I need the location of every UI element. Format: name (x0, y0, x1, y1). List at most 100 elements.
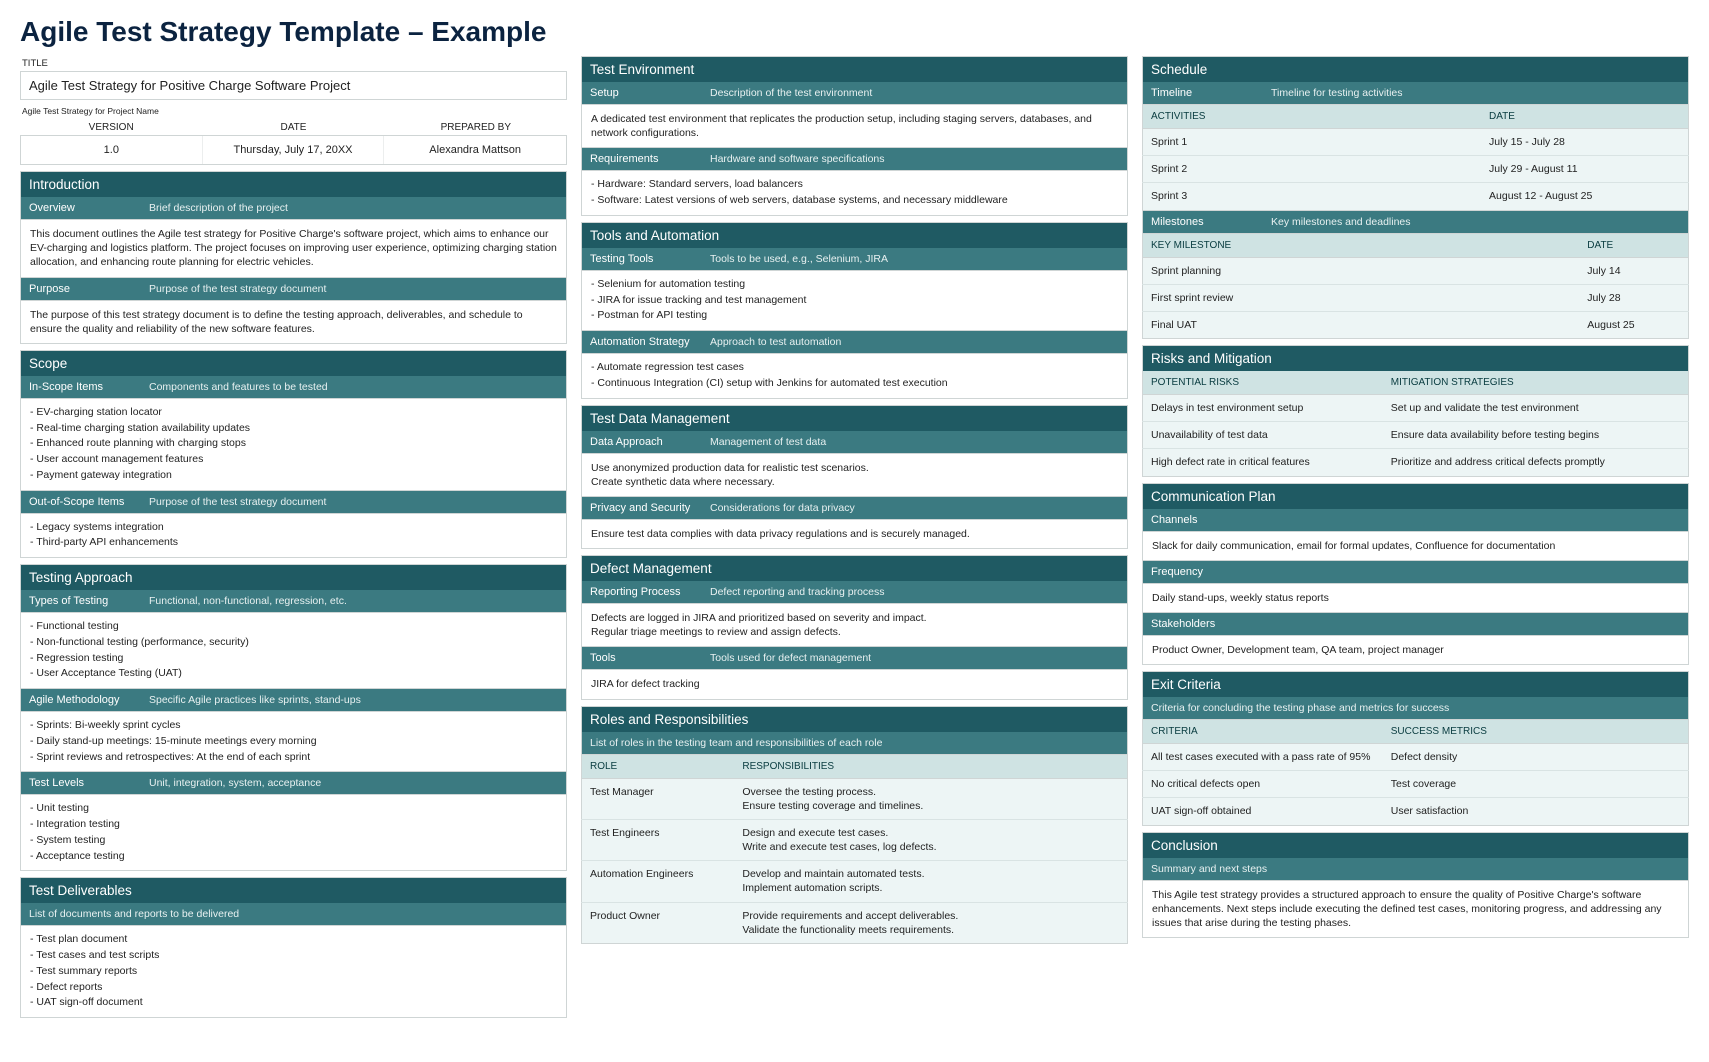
list-item: Test summary reports (39, 964, 557, 980)
resp-cell: Oversee the testing process.Ensure testi… (734, 778, 1127, 819)
req-list: Hardware: Standard servers, load balance… (581, 171, 1128, 216)
role-cell: Test Manager (582, 778, 735, 819)
list-item: Selenium for automation testing (600, 277, 1118, 293)
exit-hint: Criteria for concluding the testing phas… (1143, 697, 1688, 719)
testing-tools-list: Selenium for automation testing JIRA for… (581, 271, 1128, 331)
rep-text-line1: Defects are logged in JIRA and prioritiz… (591, 612, 927, 624)
data-text-line2: Create synthetic data where necessary. (591, 476, 775, 488)
resp-cell: Develop and maintain automated tests.Imp… (734, 861, 1127, 902)
privacy-hint: Considerations for data privacy (702, 497, 1127, 519)
table-row: Product Owner Provide requirements and a… (582, 902, 1128, 943)
list-item: Daily stand-up meetings: 15-minute meeti… (39, 734, 557, 750)
data-text-line1: Use anonymized production data for reali… (591, 462, 869, 474)
list-item: EV-charging station locator (39, 405, 557, 421)
section-tools: Tools and Automation (581, 222, 1128, 248)
activities-header: ACTIVITIES (1143, 105, 1482, 129)
table-row: Sprint 2July 29 - August 11 (1143, 156, 1689, 183)
list-item: Enhanced route planning with charging st… (39, 436, 557, 452)
title-value: Agile Test Strategy for Positive Charge … (20, 71, 567, 100)
levels-list: Unit testing Integration testing System … (20, 795, 567, 871)
table-row: Sprint 3August 12 - August 25 (1143, 183, 1689, 210)
section-scope: Scope (20, 350, 567, 376)
list-item: Continuous Integration (CI) setup with J… (600, 376, 1118, 392)
req-label: Requirements (582, 148, 702, 170)
roles-header-role: ROLE (582, 755, 735, 779)
section-deliverables: Test Deliverables (20, 877, 567, 903)
list-item: Real-time charging station availability … (39, 421, 557, 437)
list-item: User Acceptance Testing (UAT) (39, 666, 557, 682)
exit-table: CRITERIA SUCCESS METRICS All test cases … (1142, 720, 1689, 826)
outscope-label: Out-of-Scope Items (21, 491, 141, 513)
table-row: Test Manager Oversee the testing process… (582, 778, 1128, 819)
list-item: System testing (39, 833, 557, 849)
role-cell: Product Owner (582, 902, 735, 943)
list-item: Hardware: Standard servers, load balance… (600, 177, 1118, 193)
table-row: High defect rate in critical featuresPri… (1143, 449, 1689, 476)
data-label: Data Approach (582, 431, 702, 453)
list-item: Defect reports (39, 980, 557, 996)
table-row: Automation Engineers Develop and maintai… (582, 861, 1128, 902)
auto-list: Automate regression test cases Continuou… (581, 354, 1128, 399)
list-item: Automate regression test cases (600, 360, 1118, 376)
title-hint: Agile Test Strategy for Project Name (20, 104, 567, 118)
meta-headers: VERSION DATE PREPARED BY (20, 118, 567, 135)
section-approach: Testing Approach (20, 564, 567, 590)
inscope-label: In-Scope Items (21, 376, 141, 398)
outscope-hint: Purpose of the test strategy document (141, 491, 566, 513)
metrics-header: SUCCESS METRICS (1383, 720, 1689, 744)
section-risks: Risks and Mitigation (1142, 345, 1689, 371)
agile-list: Sprints: Bi-weekly sprint cycles Daily s… (20, 712, 567, 772)
overview-text: This document outlines the Agile test st… (20, 220, 567, 278)
milestones-table: KEY MILESTONE DATE Sprint planningJuly 1… (1142, 234, 1689, 340)
purpose-label: Purpose (21, 278, 141, 300)
list-item: Test plan document (39, 932, 557, 948)
rep-hint: Defect reporting and tracking process (702, 581, 1127, 603)
list-item: Non-functional testing (performance, sec… (39, 635, 557, 651)
privacy-label: Privacy and Security (582, 497, 702, 519)
section-testdata: Test Data Management (581, 405, 1128, 431)
list-item: Unit testing (39, 801, 557, 817)
activities-date-header: DATE (1481, 105, 1688, 129)
stakeholders-label: Stakeholders (1143, 613, 1688, 635)
privacy-text: Ensure test data complies with data priv… (581, 520, 1128, 549)
list-item: Regression testing (39, 651, 557, 667)
data-hint: Management of test data (702, 431, 1127, 453)
roles-hint: List of roles in the testing team and re… (582, 732, 1127, 754)
inscope-list: EV-charging station locator Real-time ch… (20, 399, 567, 491)
list-item: Integration testing (39, 817, 557, 833)
milestone-date-header: DATE (1579, 234, 1688, 258)
milestones-label: Milestones (1143, 211, 1263, 233)
role-cell: Automation Engineers (582, 861, 735, 902)
data-text: Use anonymized production data for reali… (581, 454, 1128, 497)
list-item: Third-party API enhancements (39, 535, 557, 551)
types-hint: Functional, non-functional, regression, … (141, 590, 566, 612)
title-label: TITLE (20, 56, 567, 71)
roles-table: ROLE RESPONSIBILITIES Test Manager Overs… (581, 755, 1128, 944)
section-roles: Roles and Responsibilities (581, 706, 1128, 732)
levels-hint: Unit, integration, system, acceptance (141, 772, 566, 794)
risk-header: POTENTIAL RISKS (1143, 371, 1383, 395)
levels-label: Test Levels (21, 772, 141, 794)
table-row: UAT sign-off obtainedUser satisfaction (1143, 798, 1689, 825)
inscope-hint: Components and features to be tested (141, 376, 566, 398)
table-row: First sprint reviewJuly 28 (1143, 284, 1689, 311)
rep-label: Reporting Process (582, 581, 702, 603)
rep-text-line2: Regular triage meetings to review and as… (591, 626, 841, 638)
setup-text: A dedicated test environment that replic… (581, 105, 1128, 148)
req-hint: Hardware and software specifications (702, 148, 1127, 170)
table-row: All test cases executed with a pass rate… (1143, 744, 1689, 771)
table-row: Final UATAugust 25 (1143, 311, 1689, 338)
meta-version: 1.0 (21, 136, 203, 164)
types-label: Types of Testing (21, 590, 141, 612)
resp-cell: Design and execute test cases.Write and … (734, 819, 1127, 860)
activities-table: ACTIVITIES DATE Sprint 1July 15 - July 2… (1142, 105, 1689, 211)
testing-tools-label: Testing Tools (582, 248, 702, 270)
milestone-header: KEY MILESTONE (1143, 234, 1580, 258)
stakeholders-text: Product Owner, Development team, QA team… (1142, 636, 1689, 665)
page-title: Agile Test Strategy Template – Example (20, 16, 1689, 48)
auto-hint: Approach to test automation (702, 331, 1127, 353)
section-exit: Exit Criteria (1142, 671, 1689, 697)
frequency-text: Daily stand-ups, weekly status reports (1142, 584, 1689, 613)
channels-label: Channels (1143, 509, 1688, 531)
conclusion-hint: Summary and next steps (1143, 858, 1688, 880)
